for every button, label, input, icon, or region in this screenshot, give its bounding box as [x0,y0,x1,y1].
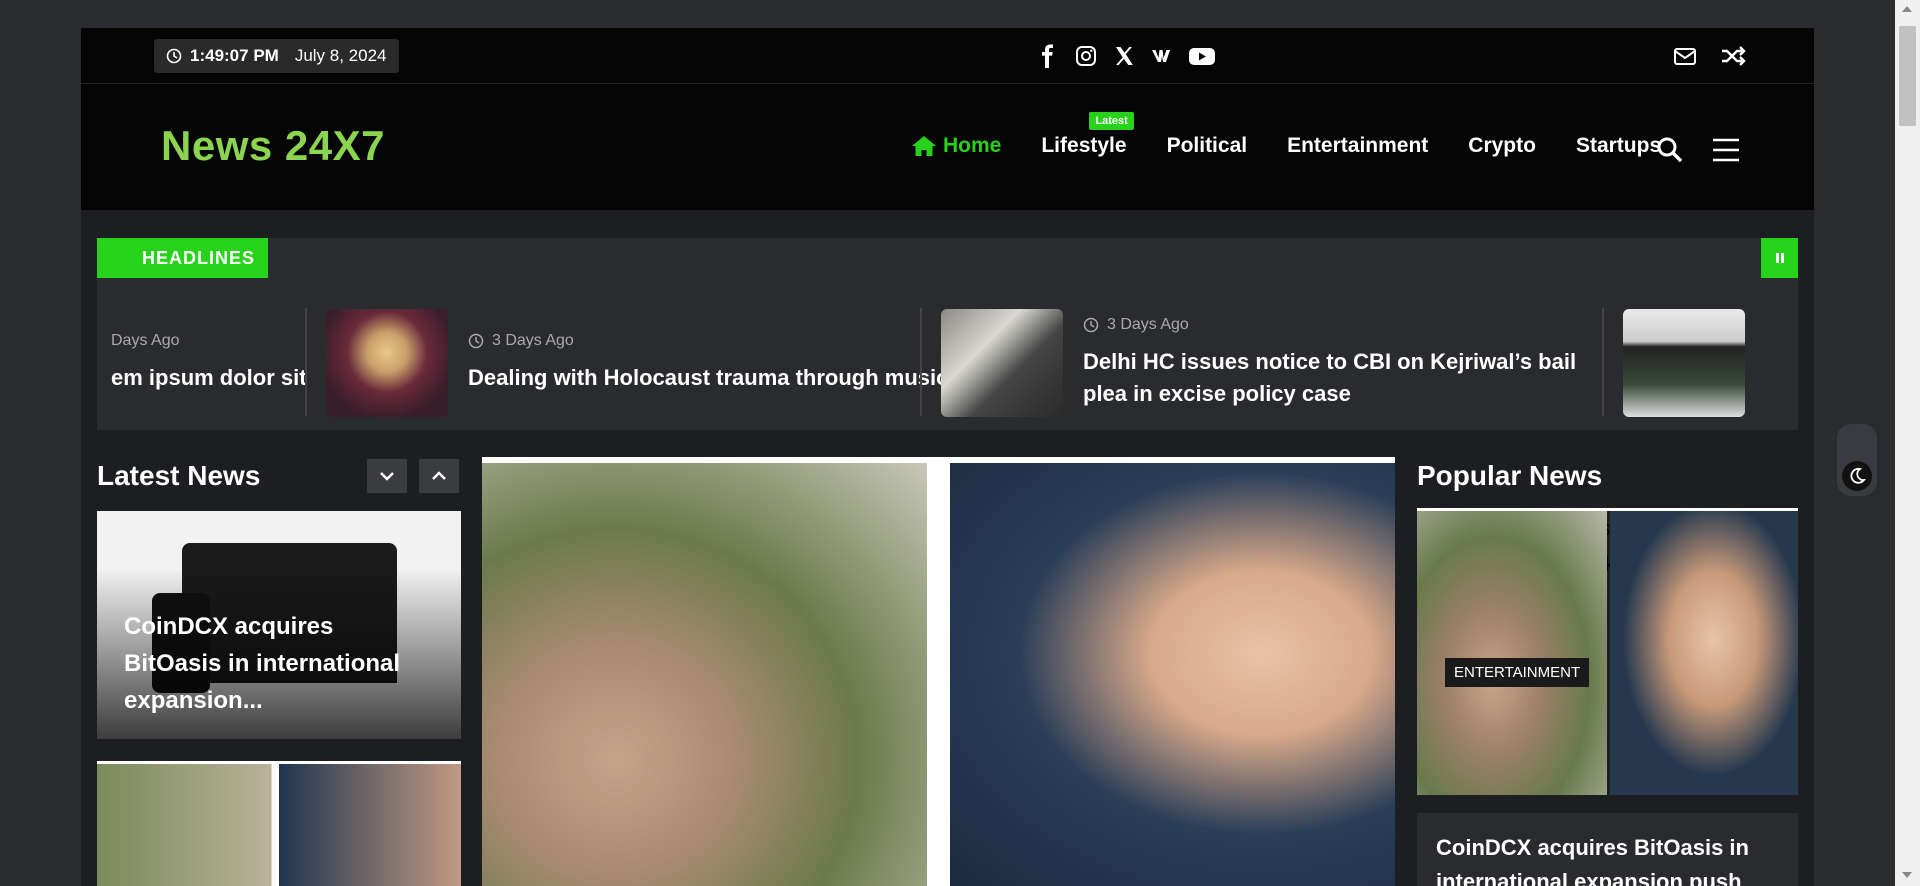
site-logo[interactable]: News 24X7 [161,122,385,170]
nav-political[interactable]: Political [1147,134,1268,158]
page: 1:49:07 PM July 8, 2024 News 24X7 Home L… [81,28,1814,886]
clock-icon [468,333,484,349]
popular-news-title: Popular News [1417,460,1603,491]
instagram-icon[interactable] [1074,44,1098,68]
hamburger-menu-icon[interactable] [1711,136,1741,164]
nav-crypto[interactable]: Crypto [1448,134,1556,158]
popular-news-card[interactable]: ENTERTAINMENT OTT releases this week: Fr… [1417,511,1798,795]
scroll-down-button[interactable] [367,459,407,493]
popular-news-item[interactable]: CoinDCX acquires BitOasis in internation… [1417,813,1798,886]
chevron-down-icon [380,472,394,481]
scroll-up-arrow[interactable] [1902,6,1912,12]
ticker-item[interactable]: Days Ago em ipsum dolor sit [111,308,307,418]
dark-mode-toggle[interactable] [1837,424,1877,496]
ticker-divider [1602,308,1604,416]
pause-icon [1775,253,1784,263]
current-date: July 8, 2024 [294,46,387,65]
home-icon [912,136,936,156]
ticker-item[interactable]: 3 Days Ago Delhi HC issues notice to CBI… [941,308,1583,418]
featured-image[interactable] [482,457,1395,886]
facebook-icon[interactable] [1036,44,1060,68]
headlines-ticker: HEADLINES Days Ago em ipsum dolor sit 3 … [97,238,1798,430]
date-time: 1:49:07 PM July 8, 2024 [154,39,399,73]
nav-lifestyle[interactable]: Latest Lifestyle [1021,112,1146,158]
mail-icon[interactable] [1672,44,1698,68]
clock-icon [1083,317,1099,333]
ticker-divider [305,308,307,416]
ticker-item[interactable] [1623,308,1745,418]
latest-news-title: Latest News [97,460,261,491]
headlines-label: HEADLINES [97,238,268,278]
ticker-track: Days Ago em ipsum dolor sit 3 Days Ago D… [97,308,1782,418]
current-time: 1:49:07 PM [190,46,279,65]
clock-icon [166,48,182,64]
nav-entertainment[interactable]: Entertainment [1267,134,1448,158]
ticker-date: Days Ago [111,332,180,349]
pause-button[interactable] [1761,238,1798,278]
card-image [1417,511,1607,795]
featured-image-left [482,463,927,886]
site-header: News 24X7 Home Latest Lifestyle Politica… [81,84,1814,210]
nav-lifestyle-label: Lifestyle [1041,134,1127,157]
social-links [1036,44,1216,68]
ticker-thumbnail [941,309,1063,417]
ticker-thumbnail [326,309,448,417]
card-image [1610,511,1798,795]
ticker-item[interactable]: 3 Days Ago Dealing with Holocaust trauma… [326,308,948,418]
shuffle-icon[interactable] [1720,44,1746,68]
top-right-actions [1672,44,1746,68]
ticker-divider [920,308,922,416]
ticker-title: Delhi HC issues notice to CBI on Kejriwa… [1083,349,1577,406]
x-icon[interactable] [1112,44,1136,68]
scroll-down-arrow[interactable] [1902,872,1912,878]
ticker-date: 3 Days Ago [1107,316,1189,333]
chevron-up-icon [432,471,446,480]
ticker-date: 3 Days Ago [492,332,574,349]
category-tag[interactable]: ENTERTAINMENT [1445,658,1590,687]
latest-news-card[interactable] [97,761,461,886]
card-title: CoinDCX acquires BitOasis in internation… [97,568,461,739]
latest-news-card[interactable]: CoinDCX acquires BitOasis in internation… [97,511,461,739]
ticker-thumbnail [1623,309,1745,417]
page-scrollbar[interactable] [1895,0,1920,886]
nav-home[interactable]: Home [891,134,1021,158]
search-icon[interactable] [1656,136,1684,164]
main-navigation: Home Latest Lifestyle Political Entertai… [891,112,1681,158]
featured-image-right [950,463,1395,886]
scroll-up-button[interactable] [419,459,459,493]
scrollbar-thumb[interactable] [1899,26,1916,126]
ticker-title: Dealing with Holocaust trauma through mu… [468,365,949,390]
moon-icon [1842,461,1872,491]
top-bar: 1:49:07 PM July 8, 2024 [81,28,1814,84]
vk-icon[interactable] [1150,44,1174,68]
latest-badge: Latest [1089,112,1134,130]
youtube-icon[interactable] [1188,44,1216,68]
ticker-title: em ipsum dolor sit [111,365,307,390]
nav-home-label: Home [943,134,1002,157]
